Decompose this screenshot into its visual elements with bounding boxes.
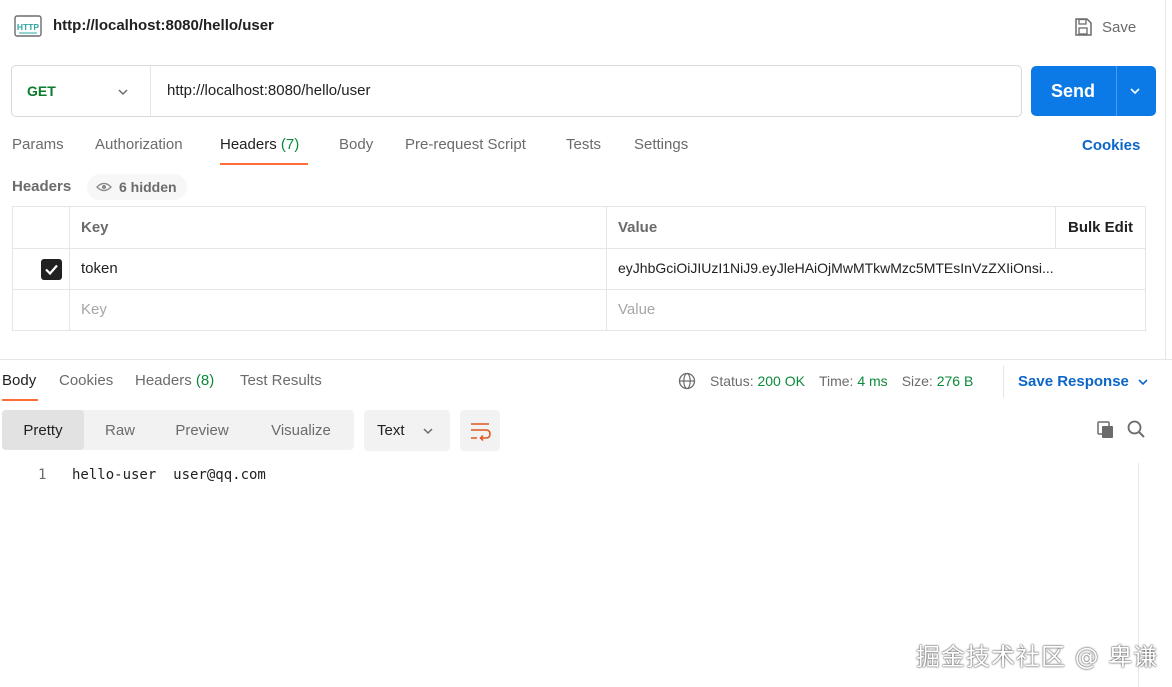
resp-tab-body[interactable]: Body [2, 372, 36, 389]
active-response-tab-indicator [2, 399, 38, 401]
view-mode-segmented: Pretty Raw Preview Visualize [2, 410, 354, 450]
bulk-edit-button[interactable]: Bulk Edit [1055, 207, 1145, 248]
value-column-header: Value Bulk Edit [607, 207, 1145, 248]
request-title[interactable]: http://localhost:8080/hello/user [53, 17, 274, 34]
tab-params[interactable]: Params [12, 136, 64, 153]
tab-headers[interactable]: Headers (7) [220, 136, 299, 153]
table-header-row: Key Value Bulk Edit [13, 207, 1145, 249]
status-label: Status: [710, 373, 754, 389]
view-preview-button[interactable]: Preview [156, 410, 248, 450]
tab-authorization[interactable]: Authorization [95, 136, 183, 153]
search-icon[interactable] [1126, 419, 1146, 439]
status-info[interactable]: Status: 200 OK [710, 373, 805, 389]
status-separator [1003, 366, 1004, 398]
request-url-bar: GET http://localhost:8080/hello/user [11, 65, 1022, 117]
headers-table: Key Value Bulk Edit token eyJhbGciOiJIUz… [12, 206, 1146, 331]
chevron-down-icon [118, 89, 128, 96]
header-key-cell[interactable]: token [70, 249, 607, 289]
tab-body[interactable]: Body [339, 136, 373, 153]
hidden-headers-toggle[interactable]: 6 hidden [87, 174, 187, 200]
view-visualize-button[interactable]: Visualize [248, 410, 354, 450]
tab-settings[interactable]: Settings [634, 136, 688, 153]
headers-section-title: Headers [12, 178, 72, 195]
wrap-lines-button[interactable] [460, 410, 500, 451]
time-info[interactable]: Time: 4 ms [819, 373, 888, 389]
globe-icon[interactable] [678, 372, 696, 390]
send-button[interactable]: Send [1031, 66, 1156, 116]
header-key-value: token [81, 260, 118, 277]
method-label: GET [27, 83, 56, 99]
new-row-check-cell [13, 290, 70, 330]
tab-tests[interactable]: Tests [566, 136, 601, 153]
time-label: Time: [818, 373, 854, 389]
save-response-label: Save Response [1018, 373, 1129, 390]
size-label: Size: [901, 373, 933, 389]
table-row-new: Key Value [13, 290, 1145, 330]
value-column-label: Value [618, 219, 658, 236]
watermark-text: 掘金技术社区 @ 卑谦 [916, 643, 1159, 671]
tab-headers-label: Headers [220, 136, 277, 153]
pane-border [1165, 0, 1166, 360]
format-label: Text [377, 422, 405, 439]
size-value: 276 B [936, 373, 974, 389]
new-key-placeholder: Key [81, 301, 107, 318]
status-value: 200 OK [757, 373, 805, 389]
eye-icon [96, 182, 112, 192]
resp-tab-cookies[interactable]: Cookies [59, 372, 113, 389]
response-status-bar: Status: 200 OK Time: 4 ms Size: 276 B [678, 372, 973, 390]
format-select[interactable]: Text [364, 410, 450, 451]
key-column-header: Key [70, 207, 607, 248]
size-info[interactable]: Size: 276 B [902, 373, 974, 389]
key-column-label: Key [81, 219, 109, 236]
check-icon [45, 264, 58, 276]
method-select[interactable]: GET [12, 66, 151, 116]
tab-headers-count: (7) [280, 136, 300, 153]
resp-tab-headers[interactable]: Headers (8) [135, 372, 214, 389]
url-input[interactable]: http://localhost:8080/hello/user [167, 82, 370, 99]
save-response-button[interactable]: Save Response [1018, 373, 1149, 390]
time-value: 4 ms [857, 373, 888, 389]
title-bar: HTTP http://localhost:8080/hello/user Sa… [0, 0, 1172, 52]
active-tab-indicator [220, 163, 308, 165]
pane-divider[interactable] [0, 359, 1172, 360]
line-number: 1 [38, 467, 47, 483]
view-raw-button[interactable]: Raw [84, 410, 156, 450]
new-value-placeholder: Value [618, 301, 656, 318]
chevron-down-icon [1138, 378, 1148, 385]
new-value-input[interactable]: Value [607, 290, 1145, 330]
copy-icon[interactable] [1096, 420, 1116, 440]
table-row: token eyJhbGciOiJIUzI1NiJ9.eyJleHAiOjMwM… [13, 249, 1145, 290]
view-pretty-button[interactable]: Pretty [2, 410, 84, 450]
save-label: Save [1102, 18, 1137, 36]
send-label: Send [1051, 81, 1096, 101]
wrap-lines-icon [471, 423, 491, 442]
new-key-input[interactable]: Key [70, 290, 607, 330]
chevron-down-icon [423, 428, 433, 435]
svg-text:HTTP: HTTP [17, 22, 40, 32]
header-check-cell [13, 207, 70, 248]
http-request-icon: HTTP [14, 15, 42, 37]
resp-tab-headers-label: Headers [135, 372, 192, 389]
header-enabled-checkbox[interactable] [41, 259, 62, 280]
header-value-cell[interactable]: eyJhbGciOiJIUzI1NiJ9.eyJleHAiOjMwMTkwMzc… [607, 249, 1145, 289]
row-check-cell [13, 249, 70, 289]
resp-tab-headers-count: (8) [195, 372, 215, 389]
send-options-chevron-icon[interactable] [1128, 84, 1142, 98]
hidden-headers-count: 6 hidden [119, 179, 177, 195]
tab-pre-request-script[interactable]: Pre-request Script [405, 136, 526, 153]
header-value-text: eyJhbGciOiJIUzI1NiJ9.eyJleHAiOjMwMTkwMzc… [618, 260, 1054, 276]
cookies-link[interactable]: Cookies [1082, 137, 1140, 154]
response-body-text[interactable]: hello-user user@qq.com [72, 467, 266, 483]
resp-tab-test-results[interactable]: Test Results [240, 372, 322, 389]
save-button[interactable]: Save [1073, 16, 1136, 38]
floppy-disk-icon [1075, 18, 1092, 36]
send-divider [1116, 66, 1117, 116]
